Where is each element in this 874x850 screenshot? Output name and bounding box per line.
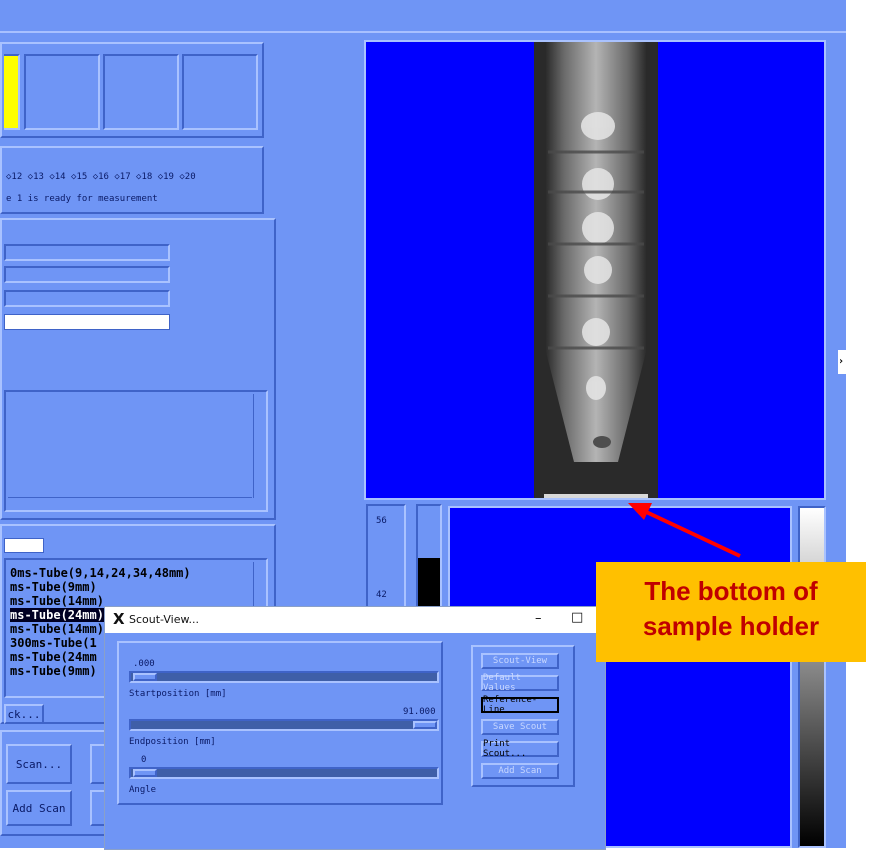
angle-slider[interactable] — [129, 767, 439, 779]
start-slider[interactable] — [129, 671, 439, 683]
default-values-button[interactable]: Default Values — [481, 673, 559, 693]
sample-tube-xray — [534, 42, 658, 498]
end-value: 91.000 — [403, 707, 436, 717]
start-slider-thumb[interactable] — [133, 673, 157, 681]
scout-view-dialog: X Scout-View... – □ .000 Startposition [… — [104, 606, 606, 850]
field-3[interactable] — [4, 290, 170, 307]
start-value: .000 — [133, 659, 155, 669]
add-scan-dialog-button[interactable]: Add Scan — [481, 763, 559, 779]
grayscale-bar — [798, 506, 826, 848]
notes-scrollbar-v[interactable] — [253, 394, 264, 498]
slot-4[interactable] — [182, 54, 258, 130]
end-label: Endposition [mm] — [129, 737, 216, 747]
x-app-icon: X — [113, 610, 125, 628]
save-scout-button[interactable]: Save Scout — [481, 719, 559, 735]
status-text: e 1 is ready for measurement — [6, 194, 158, 204]
start-label: Startposition [mm] — [129, 689, 227, 699]
field-4-white[interactable] — [4, 314, 170, 330]
print-scout-button[interactable]: Print Scout... — [481, 739, 559, 759]
right-edge-collapse-icon[interactable]: › — [838, 350, 846, 374]
maximize-icon[interactable]: □ — [571, 610, 583, 625]
list-item[interactable]: 0ms-Tube(9,14,24,34,48mm) — [10, 566, 191, 580]
scout-params-panel: .000 Startposition [mm] 91.000 Endpositi… — [117, 641, 443, 805]
angle-value: 0 — [141, 755, 147, 765]
end-slider[interactable] — [129, 719, 439, 731]
slot-2[interactable] — [24, 54, 100, 130]
reference-line-button[interactable]: Reference-Line — [481, 695, 559, 715]
scout-image-viewport[interactable] — [364, 40, 826, 500]
annotation-line-1: The bottom of — [644, 576, 818, 606]
notes-textarea[interactable] — [4, 390, 268, 512]
dialog-title: Scout-View... — [129, 613, 199, 626]
angle-slider-thumb[interactable] — [133, 769, 157, 777]
field-1[interactable] — [4, 244, 170, 261]
scale-label-mid: 42 — [376, 590, 387, 600]
top-bar — [0, 0, 846, 33]
add-scan-button[interactable]: Add Scan — [6, 790, 72, 826]
sample-radio-row[interactable]: ◇12 ◇13 ◇14 ◇15 ◇16 ◇17 ◇18 ◇19 ◇20 — [6, 172, 196, 182]
minimize-icon[interactable]: – — [535, 611, 542, 626]
slot-1-active[interactable] — [4, 54, 20, 130]
angle-label: Angle — [129, 785, 157, 795]
slot-3[interactable] — [103, 54, 179, 130]
end-slider-thumb[interactable] — [413, 721, 437, 729]
sample-slots-panel — [0, 42, 264, 138]
field-2[interactable] — [4, 266, 170, 283]
tube-tip-bubble — [593, 436, 611, 448]
scale-label-top: 56 — [376, 516, 387, 526]
back-button[interactable]: ck... — [4, 704, 44, 724]
list-item[interactable]: ms-Tube(9mm) — [10, 580, 191, 594]
annotation-line-2: sample holder — [642, 611, 820, 641]
desktop-margin — [846, 0, 874, 848]
notes-scrollbar-h[interactable] — [8, 497, 252, 508]
scan-button[interactable]: Scan... — [6, 744, 72, 784]
status-panel: ◇12 ◇13 ◇14 ◇15 ◇16 ◇17 ◇18 ◇19 ◇20 e 1 … — [0, 146, 264, 214]
scout-view-button[interactable]: Scout-View — [481, 653, 559, 669]
annotation-callout: The bottom of sample holder — [596, 562, 866, 662]
protocol-name-field[interactable] — [4, 538, 44, 553]
fields-panel — [0, 218, 276, 520]
dialog-titlebar[interactable]: X Scout-View... – □ — [105, 607, 605, 633]
holder-bottom-line — [544, 494, 648, 498]
